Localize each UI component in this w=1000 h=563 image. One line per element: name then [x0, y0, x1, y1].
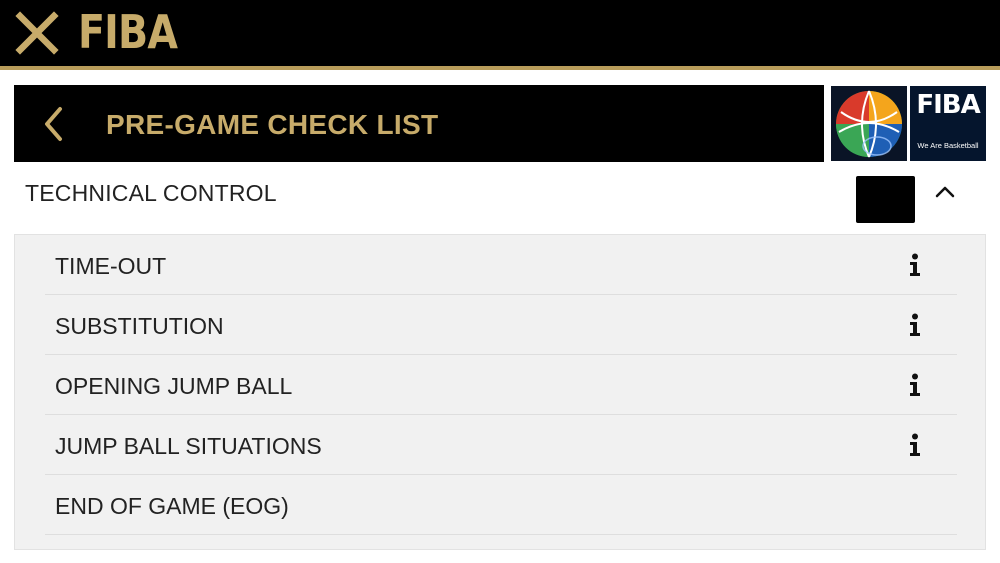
section-title: TECHNICAL CONTROL — [25, 180, 277, 206]
list-item-opening-jump-ball[interactable]: OPENING JUMP BALL — [45, 355, 957, 415]
fiba-logo-tagline: We Are Basketball — [917, 141, 979, 150]
list-item-label: TIME-OUT — [55, 253, 167, 279]
close-x-icon — [15, 11, 59, 55]
list-item-label: JUMP BALL SITUATIONS — [55, 433, 322, 459]
basketball-globe-logo — [831, 86, 907, 161]
list-item-end-of-game[interactable]: END OF GAME (EOG) — [45, 475, 957, 535]
chevron-up-icon[interactable] — [931, 180, 959, 204]
info-icon[interactable] — [908, 313, 922, 337]
list-item-time-out[interactable]: TIME-OUT — [45, 235, 957, 295]
page-header: PRE-GAME CHECK LIST — [14, 85, 824, 162]
list-item-label: END OF GAME (EOG) — [55, 493, 289, 519]
info-icon[interactable] — [908, 253, 922, 277]
brand-logo-text: FIBA — [78, 5, 178, 59]
info-icon[interactable] — [908, 433, 922, 457]
chevron-left-icon — [45, 107, 62, 141]
accordion-header-technical-control[interactable]: TECHNICAL CONTROL — [0, 162, 1000, 234]
back-button[interactable] — [38, 105, 74, 143]
close-button[interactable] — [12, 8, 62, 58]
fiba-logo-text: FIBA — [916, 90, 980, 120]
fiba-logo: FIBA We Are Basketball — [910, 86, 986, 161]
list-item-jump-ball-situations[interactable]: JUMP BALL SITUATIONS — [45, 415, 957, 475]
accordion-panel: TIME-OUT SUBSTITUTION OPENING JUMP BALL … — [14, 234, 986, 550]
page-title: PRE-GAME CHECK LIST — [106, 109, 439, 140]
top-bar-divider — [0, 66, 1000, 70]
redacted-box — [856, 176, 915, 223]
list-item-label: OPENING JUMP BALL — [55, 373, 293, 399]
info-icon[interactable] — [908, 373, 922, 397]
list-item-label: SUBSTITUTION — [55, 313, 224, 339]
list-item-substitution[interactable]: SUBSTITUTION — [45, 295, 957, 355]
top-app-bar: FIBA — [0, 0, 1000, 70]
